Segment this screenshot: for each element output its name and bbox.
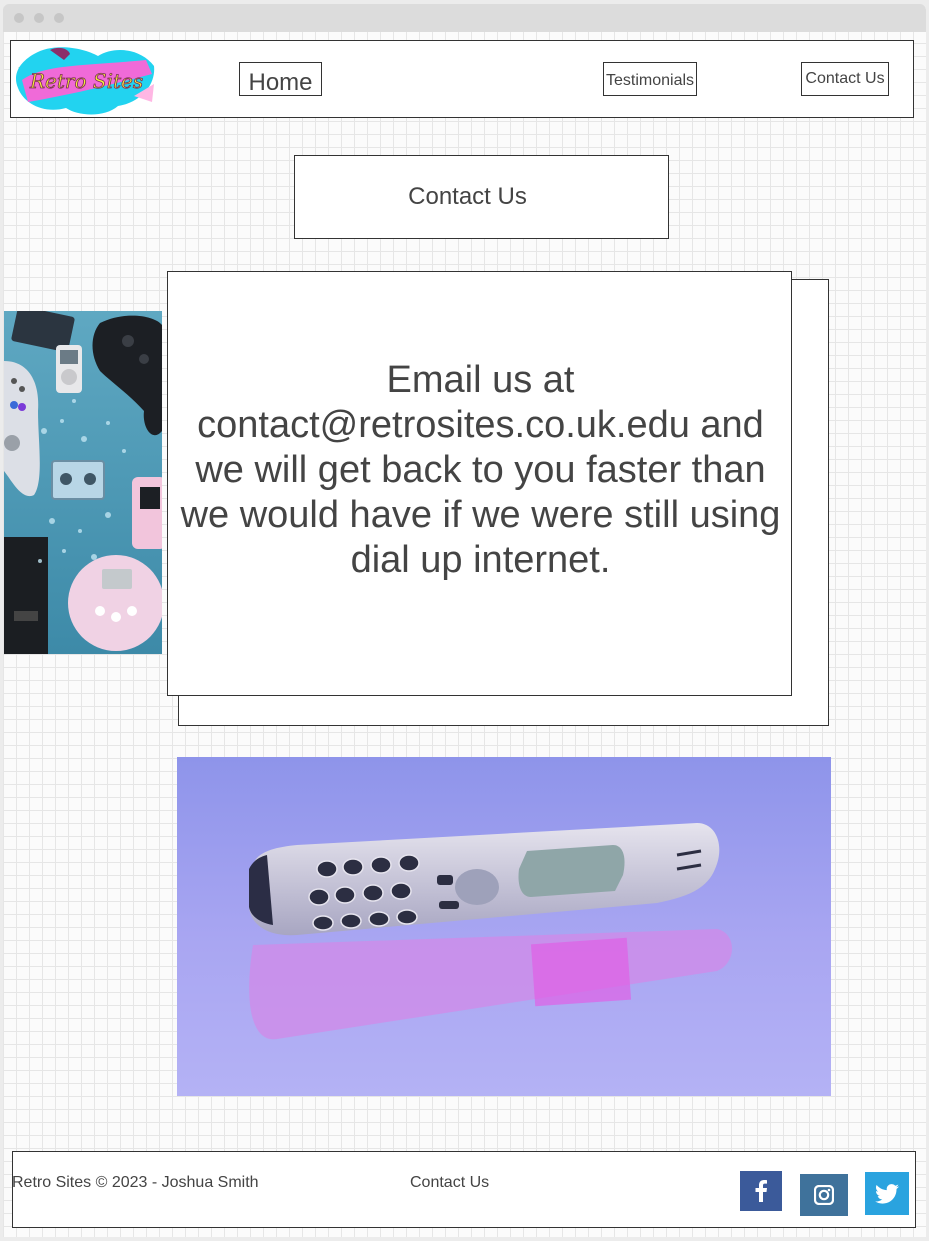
twitter-button[interactable]: [865, 1172, 909, 1215]
site-header: Retro Sites Home Testimonials Contact Us: [10, 40, 914, 118]
twitter-icon: [875, 1183, 899, 1204]
retro-sites-logo[interactable]: Retro Sites: [14, 44, 156, 116]
contact-message: Email us at contact@retrosites.co.uk.edu…: [180, 359, 781, 581]
logo-text: Retro Sites: [29, 69, 143, 93]
minimize-window-dot[interactable]: [34, 13, 44, 23]
close-window-dot[interactable]: [14, 13, 24, 23]
retro-phone-photo: [177, 757, 831, 1096]
facebook-icon: [755, 1180, 767, 1202]
footer-contact-link[interactable]: Contact Us: [410, 1174, 489, 1192]
maximize-window-dot[interactable]: [54, 13, 64, 23]
instagram-icon: [814, 1185, 834, 1205]
nav-home-label: Home: [248, 69, 313, 96]
facebook-button[interactable]: [740, 1171, 782, 1211]
site-footer: Retro Sites © 2023 - Joshua Smith Contac…: [12, 1151, 916, 1228]
nav-home-button[interactable]: Home: [239, 62, 322, 96]
nav-testimonials-label: Testimonials: [605, 72, 695, 89]
browser-window: Retro Sites Home Testimonials Contact Us…: [3, 4, 926, 1237]
contact-card: Email us at contact@retrosites.co.uk.edu…: [167, 271, 792, 696]
nav-testimonials-button[interactable]: Testimonials: [603, 62, 697, 96]
page-title: Contact Us: [408, 183, 527, 210]
footer-copyright: Retro Sites © 2023 - Joshua Smith: [12, 1174, 259, 1191]
nav-contact-label: Contact Us: [805, 70, 885, 87]
window-titlebar: [3, 4, 926, 32]
page-title-box: Contact Us: [294, 155, 669, 239]
nav-contact-button[interactable]: Contact Us: [801, 62, 889, 96]
instagram-button[interactable]: [800, 1174, 848, 1216]
retro-gadgets-photo: [4, 311, 162, 654]
